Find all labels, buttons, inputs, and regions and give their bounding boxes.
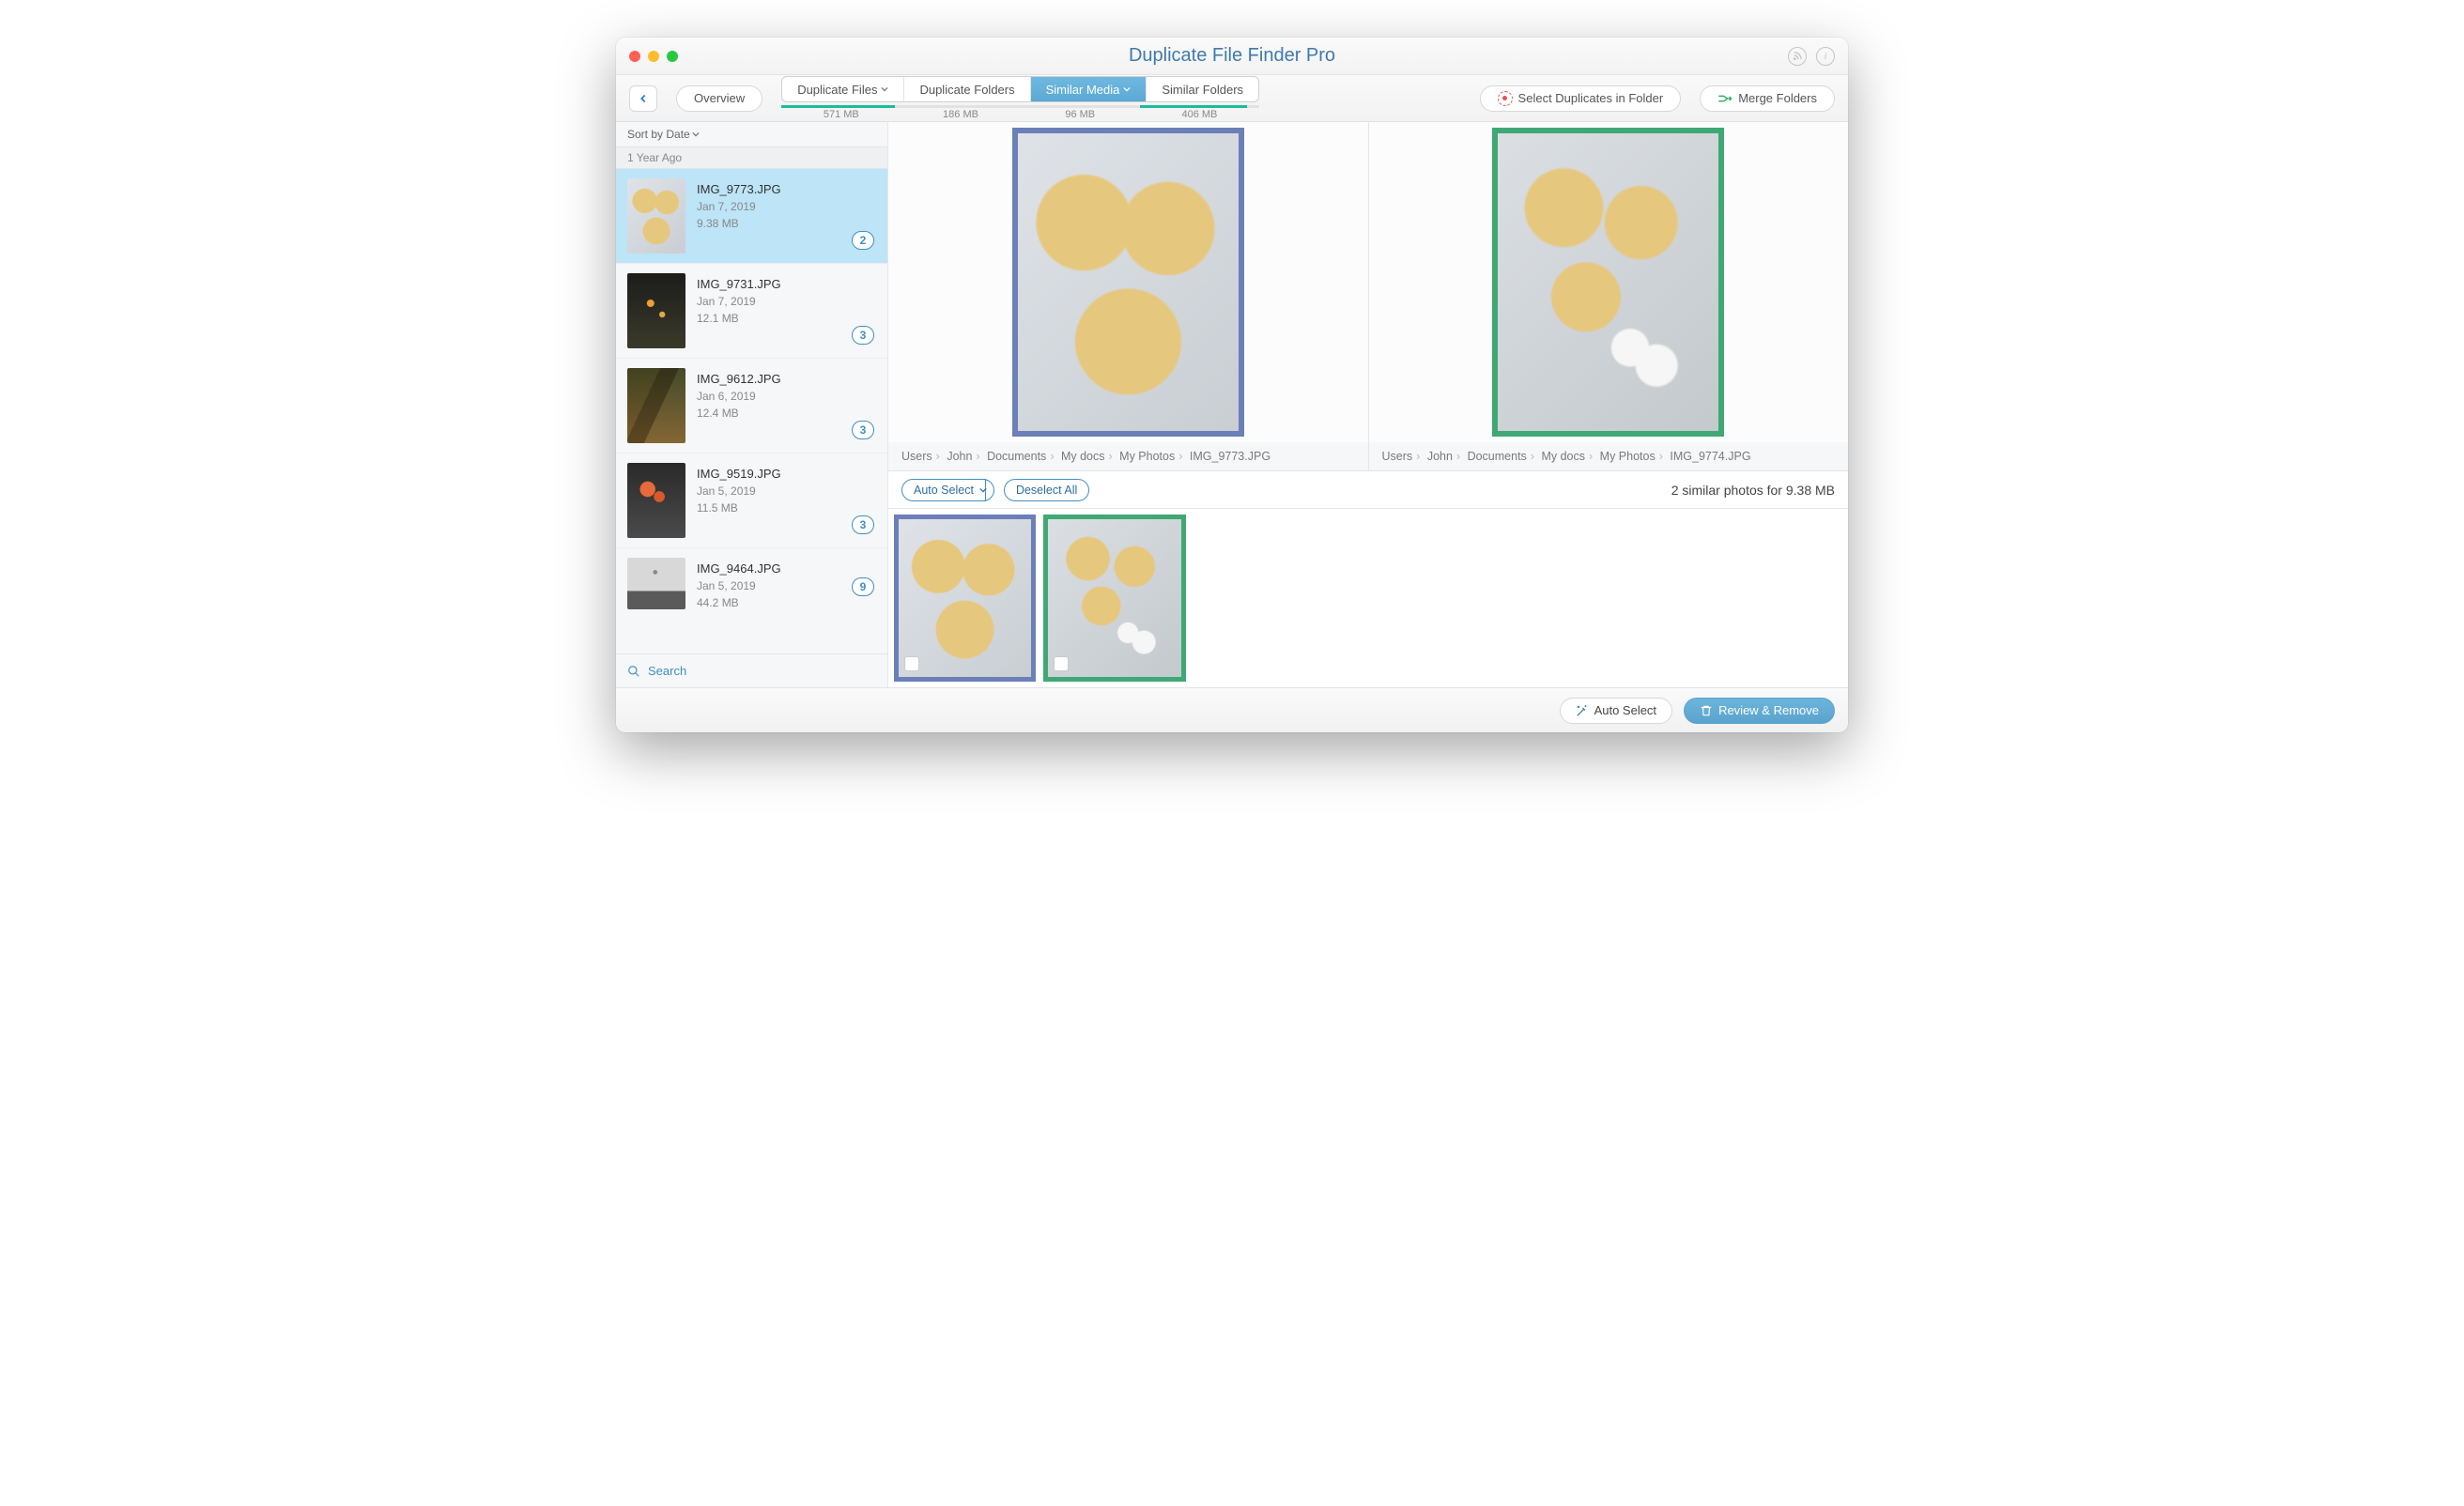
breadcrumb-left[interactable]: Users› John› Documents› My docs› My Phot… bbox=[888, 442, 1368, 470]
count-badge: 2 bbox=[852, 231, 874, 250]
count-badge: 3 bbox=[852, 326, 874, 345]
similar-thumb[interactable] bbox=[1043, 515, 1185, 682]
file-list[interactable]: IMG_9773.JPG Jan 7, 2019 9.38 MB 2 IMG_9… bbox=[616, 169, 887, 653]
action-row: Auto Select Deselect All 2 similar photo… bbox=[888, 471, 1848, 509]
group-header: 1 Year Ago bbox=[616, 146, 887, 169]
merge-icon bbox=[1717, 92, 1732, 105]
target-icon bbox=[1498, 91, 1513, 106]
footer-auto-select-button[interactable]: Auto Select bbox=[1560, 698, 1673, 724]
chevron-down-icon bbox=[1123, 85, 1131, 93]
sort-dropdown[interactable]: Sort by Date bbox=[616, 122, 887, 146]
chevron-down-icon bbox=[979, 486, 987, 494]
sidebar: Sort by Date 1 Year Ago IMG_9773.JPG Jan… bbox=[616, 122, 888, 687]
tab-duplicate-folders[interactable]: Duplicate Folders bbox=[904, 77, 1030, 101]
thumbnail bbox=[627, 273, 685, 348]
preview-left: Users› John› Documents› My docs› My Phot… bbox=[888, 122, 1368, 471]
deselect-all-button[interactable]: Deselect All bbox=[1004, 479, 1089, 501]
rss-icon[interactable] bbox=[1788, 47, 1807, 66]
review-remove-button[interactable]: Review & Remove bbox=[1684, 698, 1835, 724]
content-area: Users› John› Documents› My docs› My Phot… bbox=[888, 122, 1848, 687]
auto-select-dropdown[interactable] bbox=[974, 479, 994, 501]
window-title: Duplicate File Finder Pro bbox=[616, 45, 1848, 67]
chevron-down-icon bbox=[692, 131, 700, 138]
count-badge: 3 bbox=[852, 421, 874, 439]
thumbnail bbox=[627, 178, 685, 254]
list-item[interactable]: IMG_9612.JPG Jan 6, 2019 12.4 MB 3 bbox=[616, 359, 887, 453]
similar-thumbnails bbox=[888, 509, 1848, 687]
select-duplicates-button[interactable]: Select Duplicates in Folder bbox=[1480, 85, 1682, 112]
checkbox[interactable] bbox=[1054, 656, 1069, 671]
search-input[interactable]: Search bbox=[616, 653, 887, 687]
search-icon bbox=[627, 665, 640, 678]
thumbnail bbox=[627, 558, 685, 609]
count-badge: 3 bbox=[852, 515, 874, 534]
main-area: Sort by Date 1 Year Ago IMG_9773.JPG Jan… bbox=[616, 122, 1848, 687]
tab-duplicate-files[interactable]: Duplicate Files bbox=[782, 77, 904, 101]
checkbox[interactable] bbox=[904, 656, 919, 671]
list-item[interactable]: IMG_9731.JPG Jan 7, 2019 12.1 MB 3 bbox=[616, 264, 887, 359]
chevron-down-icon bbox=[881, 85, 888, 93]
wand-icon bbox=[1576, 704, 1589, 717]
preview-image-right[interactable] bbox=[1492, 128, 1724, 437]
overview-button[interactable]: Overview bbox=[676, 85, 762, 112]
preview-right: Users› John› Documents› My docs› My Phot… bbox=[1368, 122, 1849, 471]
list-item[interactable]: IMG_9773.JPG Jan 7, 2019 9.38 MB 2 bbox=[616, 169, 887, 264]
titlebar: Duplicate File Finder Pro i bbox=[616, 38, 1848, 75]
app-window: Duplicate File Finder Pro i Overview Dup… bbox=[616, 38, 1848, 732]
thumbnail bbox=[627, 463, 685, 538]
summary-text: 2 similar photos for 9.38 MB bbox=[1671, 483, 1835, 498]
count-badge: 9 bbox=[852, 577, 874, 596]
back-button[interactable] bbox=[629, 85, 657, 112]
preview-row: Users› John› Documents› My docs› My Phot… bbox=[888, 122, 1848, 471]
similar-thumb[interactable] bbox=[894, 515, 1036, 682]
category-tabs: Duplicate Files Duplicate Folders Simila… bbox=[781, 76, 1259, 120]
footer: Auto Select Review & Remove bbox=[616, 687, 1848, 732]
breadcrumb-right[interactable]: Users› John› Documents› My docs› My Phot… bbox=[1369, 442, 1849, 470]
info-icon[interactable]: i bbox=[1816, 47, 1835, 66]
preview-image-left[interactable] bbox=[1012, 128, 1244, 437]
list-item[interactable]: IMG_9464.JPG Jan 5, 2019 44.2 MB 9 bbox=[616, 548, 887, 609]
trash-icon bbox=[1700, 704, 1713, 717]
thumbnail bbox=[627, 368, 685, 443]
list-item[interactable]: IMG_9519.JPG Jan 5, 2019 11.5 MB 3 bbox=[616, 453, 887, 548]
tab-similar-folders[interactable]: Similar Folders bbox=[1147, 77, 1258, 101]
tab-similar-media[interactable]: Similar Media bbox=[1031, 77, 1147, 101]
merge-folders-button[interactable]: Merge Folders bbox=[1700, 85, 1835, 112]
overview-label: Overview bbox=[694, 91, 745, 105]
toolbar: Overview Duplicate Files Duplicate Folde… bbox=[616, 75, 1848, 122]
